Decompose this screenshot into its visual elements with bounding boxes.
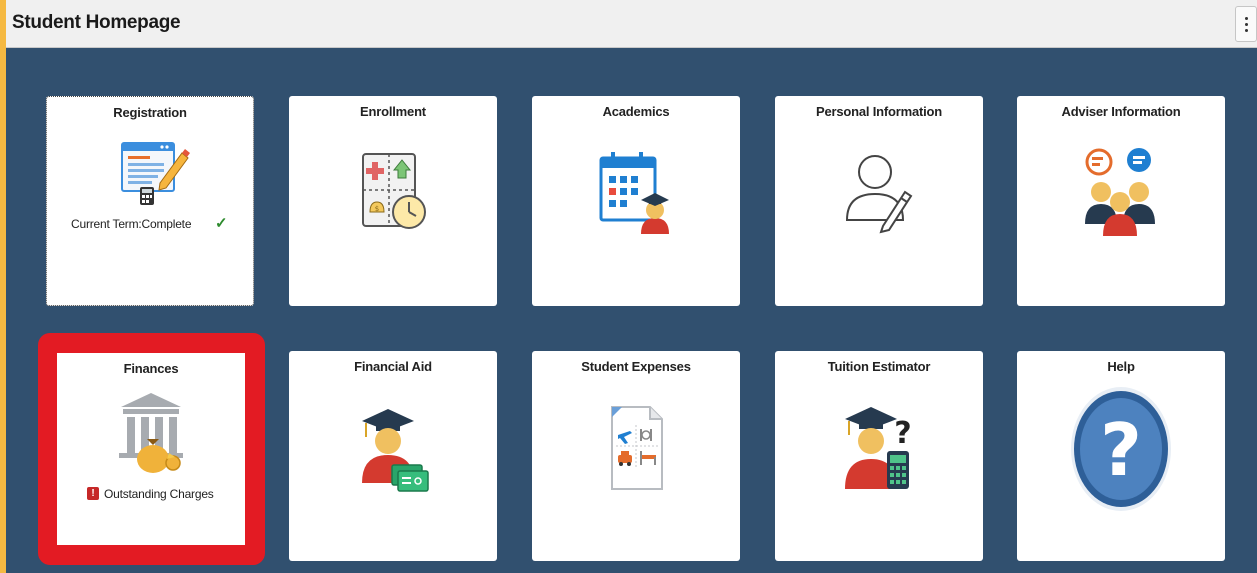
registration-form-icon xyxy=(121,142,190,205)
student-expenses-document-icon xyxy=(611,406,663,490)
tile-finances[interactable]: Finances ! Outstanding Charges xyxy=(57,353,245,545)
enrollment-schedule-icon: $ xyxy=(362,153,426,229)
tile-student-expenses[interactable]: Student Expenses xyxy=(532,351,740,561)
tile-title: Personal Information xyxy=(815,104,943,119)
tile-tuition-estimator[interactable]: Tuition Estimator ? xyxy=(775,351,983,561)
tile-title: Finances xyxy=(123,361,179,376)
check-icon: ✓ xyxy=(215,215,228,232)
tile-enrollment[interactable]: Enrollment $ xyxy=(289,96,497,306)
homepage-frame: Student Homepage Registration Current Te… xyxy=(6,0,1257,573)
tile-adviser-information[interactable]: Adviser Information xyxy=(1017,96,1225,306)
tile-title: Academics xyxy=(602,104,670,119)
tile-title: Adviser Information xyxy=(1061,104,1181,119)
finances-status-text: Outstanding Charges xyxy=(104,487,214,501)
tile-personal-information[interactable]: Personal Information xyxy=(775,96,983,306)
tile-title: Tuition Estimator xyxy=(827,359,931,374)
tile-registration[interactable]: Registration Current Term:Complete ✓ xyxy=(46,96,254,306)
tile-title: Registration xyxy=(113,105,187,120)
tile-title: Enrollment xyxy=(360,104,426,119)
registration-status-text: Current Term:Complete xyxy=(71,217,192,231)
more-vertical-dot xyxy=(1244,28,1248,32)
adviser-chat-icon xyxy=(1085,148,1155,236)
academics-calendar-icon xyxy=(599,152,669,234)
tile-help[interactable]: Help ? xyxy=(1017,351,1225,561)
svg-text:?: ? xyxy=(1100,408,1142,492)
finances-bank-icon xyxy=(119,393,183,473)
tuition-estimator-icon: ? xyxy=(845,407,912,489)
tile-title: Help xyxy=(1107,359,1135,374)
more-actions-button[interactable] xyxy=(1235,6,1257,42)
tile-financial-aid[interactable]: Financial Aid xyxy=(289,351,497,561)
person-edit-icon xyxy=(845,155,913,234)
tile-title: Financial Aid xyxy=(354,359,432,374)
page-header: Student Homepage xyxy=(6,0,1257,48)
svg-text:$: $ xyxy=(375,205,379,213)
tile-title: Student Expenses xyxy=(581,359,691,374)
tile-academics[interactable]: Academics xyxy=(532,96,740,306)
alert-icon: ! xyxy=(87,487,99,500)
help-question-icon: ? xyxy=(1071,387,1171,511)
page-title: Student Homepage xyxy=(12,12,181,33)
financial-aid-student-icon xyxy=(362,409,429,492)
svg-text:?: ? xyxy=(894,416,911,451)
more-vertical-icon xyxy=(1244,16,1248,20)
more-vertical-dot xyxy=(1244,22,1248,26)
